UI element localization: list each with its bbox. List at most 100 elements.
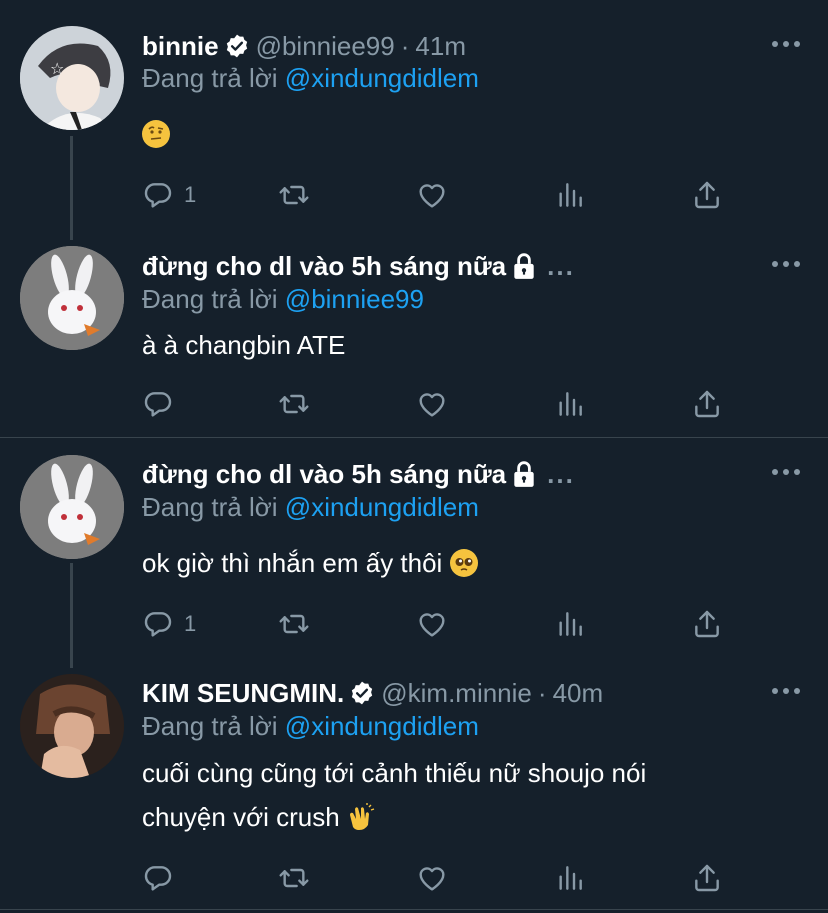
tweet-text-line-1: cuối cùng cũng tới cảnh thiếu nữ shoujo … bbox=[142, 758, 647, 788]
more-icon[interactable] bbox=[772, 469, 800, 477]
display-name[interactable]: đừng cho dl vào 5h sáng nữa bbox=[142, 250, 506, 282]
retweet-icon bbox=[278, 608, 310, 640]
retweet-button[interactable] bbox=[278, 178, 310, 212]
more-icon[interactable] bbox=[772, 261, 800, 269]
display-name[interactable]: KIM SEUNGMIN. bbox=[142, 677, 344, 709]
more-icon[interactable] bbox=[772, 688, 800, 696]
reply-button[interactable] bbox=[142, 387, 174, 421]
analytics-icon bbox=[554, 608, 586, 640]
reply-icon bbox=[142, 862, 174, 894]
share-button[interactable] bbox=[691, 607, 723, 641]
retweet-icon bbox=[278, 179, 310, 211]
replying-to: Đang trả lời @binniee99 bbox=[142, 283, 424, 315]
separator: · bbox=[537, 678, 547, 708]
clapping-hands-emoji bbox=[347, 803, 375, 831]
share-icon bbox=[691, 608, 723, 640]
avatar[interactable] bbox=[20, 246, 124, 350]
analytics-icon bbox=[554, 388, 586, 420]
verified-badge-icon bbox=[349, 680, 375, 706]
share-button[interactable] bbox=[691, 387, 723, 421]
reply-icon bbox=[142, 608, 174, 640]
heart-icon bbox=[416, 608, 448, 640]
thread-line bbox=[70, 136, 73, 240]
heart-icon bbox=[416, 388, 448, 420]
replying-to-label: Đang trả lời bbox=[142, 63, 278, 93]
tweet-text-line-2: chuyện với crush bbox=[142, 795, 646, 839]
reply-mention[interactable]: @xindungdidlem bbox=[285, 63, 479, 93]
heart-icon bbox=[416, 862, 448, 894]
replying-to-label: Đang trả lời bbox=[142, 284, 278, 314]
retweet-icon bbox=[278, 862, 310, 894]
more-icon[interactable] bbox=[772, 41, 800, 49]
tweet-header: đừng cho dl vào 5h sáng nữa ... bbox=[142, 250, 575, 282]
share-button[interactable] bbox=[691, 861, 723, 895]
timestamp[interactable]: 41m bbox=[415, 30, 466, 62]
tweet-actions bbox=[142, 387, 742, 421]
lock-icon bbox=[511, 460, 537, 488]
replying-to: Đang trả lời @xindungdidlem bbox=[142, 710, 479, 742]
replying-to: Đang trả lời @xindungdidlem bbox=[142, 491, 479, 523]
avatar[interactable] bbox=[20, 674, 124, 778]
reply-icon bbox=[142, 388, 174, 420]
reply-mention[interactable]: @xindungdidlem bbox=[285, 492, 479, 522]
tweet-text-content: ok giờ thì nhắn em ấy thôi bbox=[142, 548, 443, 578]
tweet-text-line-2-content: chuyện với crush bbox=[142, 802, 340, 832]
heart-icon bbox=[416, 179, 448, 211]
truncated-handle: ... bbox=[547, 251, 575, 281]
analytics-icon bbox=[554, 179, 586, 211]
tweet-text: cuối cùng cũng tới cảnh thiếu nữ shoujo … bbox=[142, 751, 646, 839]
reply-icon bbox=[142, 179, 174, 211]
analytics-icon bbox=[554, 862, 586, 894]
replying-to-label: Đang trả lời bbox=[142, 492, 278, 522]
lock-icon bbox=[511, 252, 537, 280]
divider bbox=[0, 909, 828, 910]
divider bbox=[0, 437, 828, 438]
reply-count: 1 bbox=[184, 182, 197, 207]
avatar[interactable]: ☆ bbox=[20, 26, 124, 130]
avatar[interactable] bbox=[20, 455, 124, 559]
reply-mention[interactable]: @xindungdidlem bbox=[285, 711, 479, 741]
tweet-actions: 1 bbox=[142, 178, 742, 212]
display-name[interactable]: binnie bbox=[142, 30, 219, 62]
svg-text:☆: ☆ bbox=[50, 59, 64, 78]
tweet-text bbox=[142, 112, 170, 156]
retweet-icon bbox=[278, 388, 310, 420]
analytics-button[interactable] bbox=[554, 178, 586, 212]
share-button[interactable] bbox=[691, 178, 723, 212]
like-button[interactable] bbox=[416, 607, 448, 641]
reply-count: 1 bbox=[184, 611, 197, 636]
tweet-header: binnie @binniee99 · 41m bbox=[142, 30, 466, 62]
reply-button[interactable]: 1 bbox=[142, 607, 196, 641]
analytics-button[interactable] bbox=[554, 387, 586, 421]
retweet-button[interactable] bbox=[278, 387, 310, 421]
handle[interactable]: @kim.minnie bbox=[381, 677, 532, 709]
reply-button[interactable]: 1 bbox=[142, 178, 196, 212]
face-with-raised-eyebrow-emoji bbox=[142, 120, 170, 148]
display-name[interactable]: đừng cho dl vào 5h sáng nữa bbox=[142, 458, 506, 490]
like-button[interactable] bbox=[416, 861, 448, 895]
retweet-button[interactable] bbox=[278, 861, 310, 895]
retweet-button[interactable] bbox=[278, 607, 310, 641]
tweet-actions bbox=[142, 861, 742, 895]
reply-mention[interactable]: @binniee99 bbox=[285, 284, 424, 314]
timestamp[interactable]: 40m bbox=[553, 677, 604, 709]
reply-button[interactable] bbox=[142, 861, 174, 895]
separator: · bbox=[400, 31, 410, 61]
share-icon bbox=[691, 862, 723, 894]
tweet-header: đừng cho dl vào 5h sáng nữa ... bbox=[142, 458, 575, 490]
tweet-text: ok giờ thì nhắn em ấy thôi bbox=[142, 541, 478, 585]
share-icon bbox=[691, 388, 723, 420]
verified-badge-icon bbox=[224, 33, 250, 59]
handle[interactable]: @binniee99 bbox=[256, 30, 395, 62]
analytics-button[interactable] bbox=[554, 861, 586, 895]
share-icon bbox=[691, 179, 723, 211]
pleading-face-emoji bbox=[449, 549, 478, 577]
tweet-header: KIM SEUNGMIN. @kim.minnie · 40m bbox=[142, 677, 603, 709]
like-button[interactable] bbox=[416, 178, 448, 212]
like-button[interactable] bbox=[416, 387, 448, 421]
tweet-actions: 1 bbox=[142, 607, 742, 641]
tweet-text: à à changbin ATE bbox=[142, 330, 346, 360]
replying-to: Đang trả lời @xindungdidlem bbox=[142, 62, 479, 94]
analytics-button[interactable] bbox=[554, 607, 586, 641]
truncated-handle: ... bbox=[547, 459, 575, 489]
